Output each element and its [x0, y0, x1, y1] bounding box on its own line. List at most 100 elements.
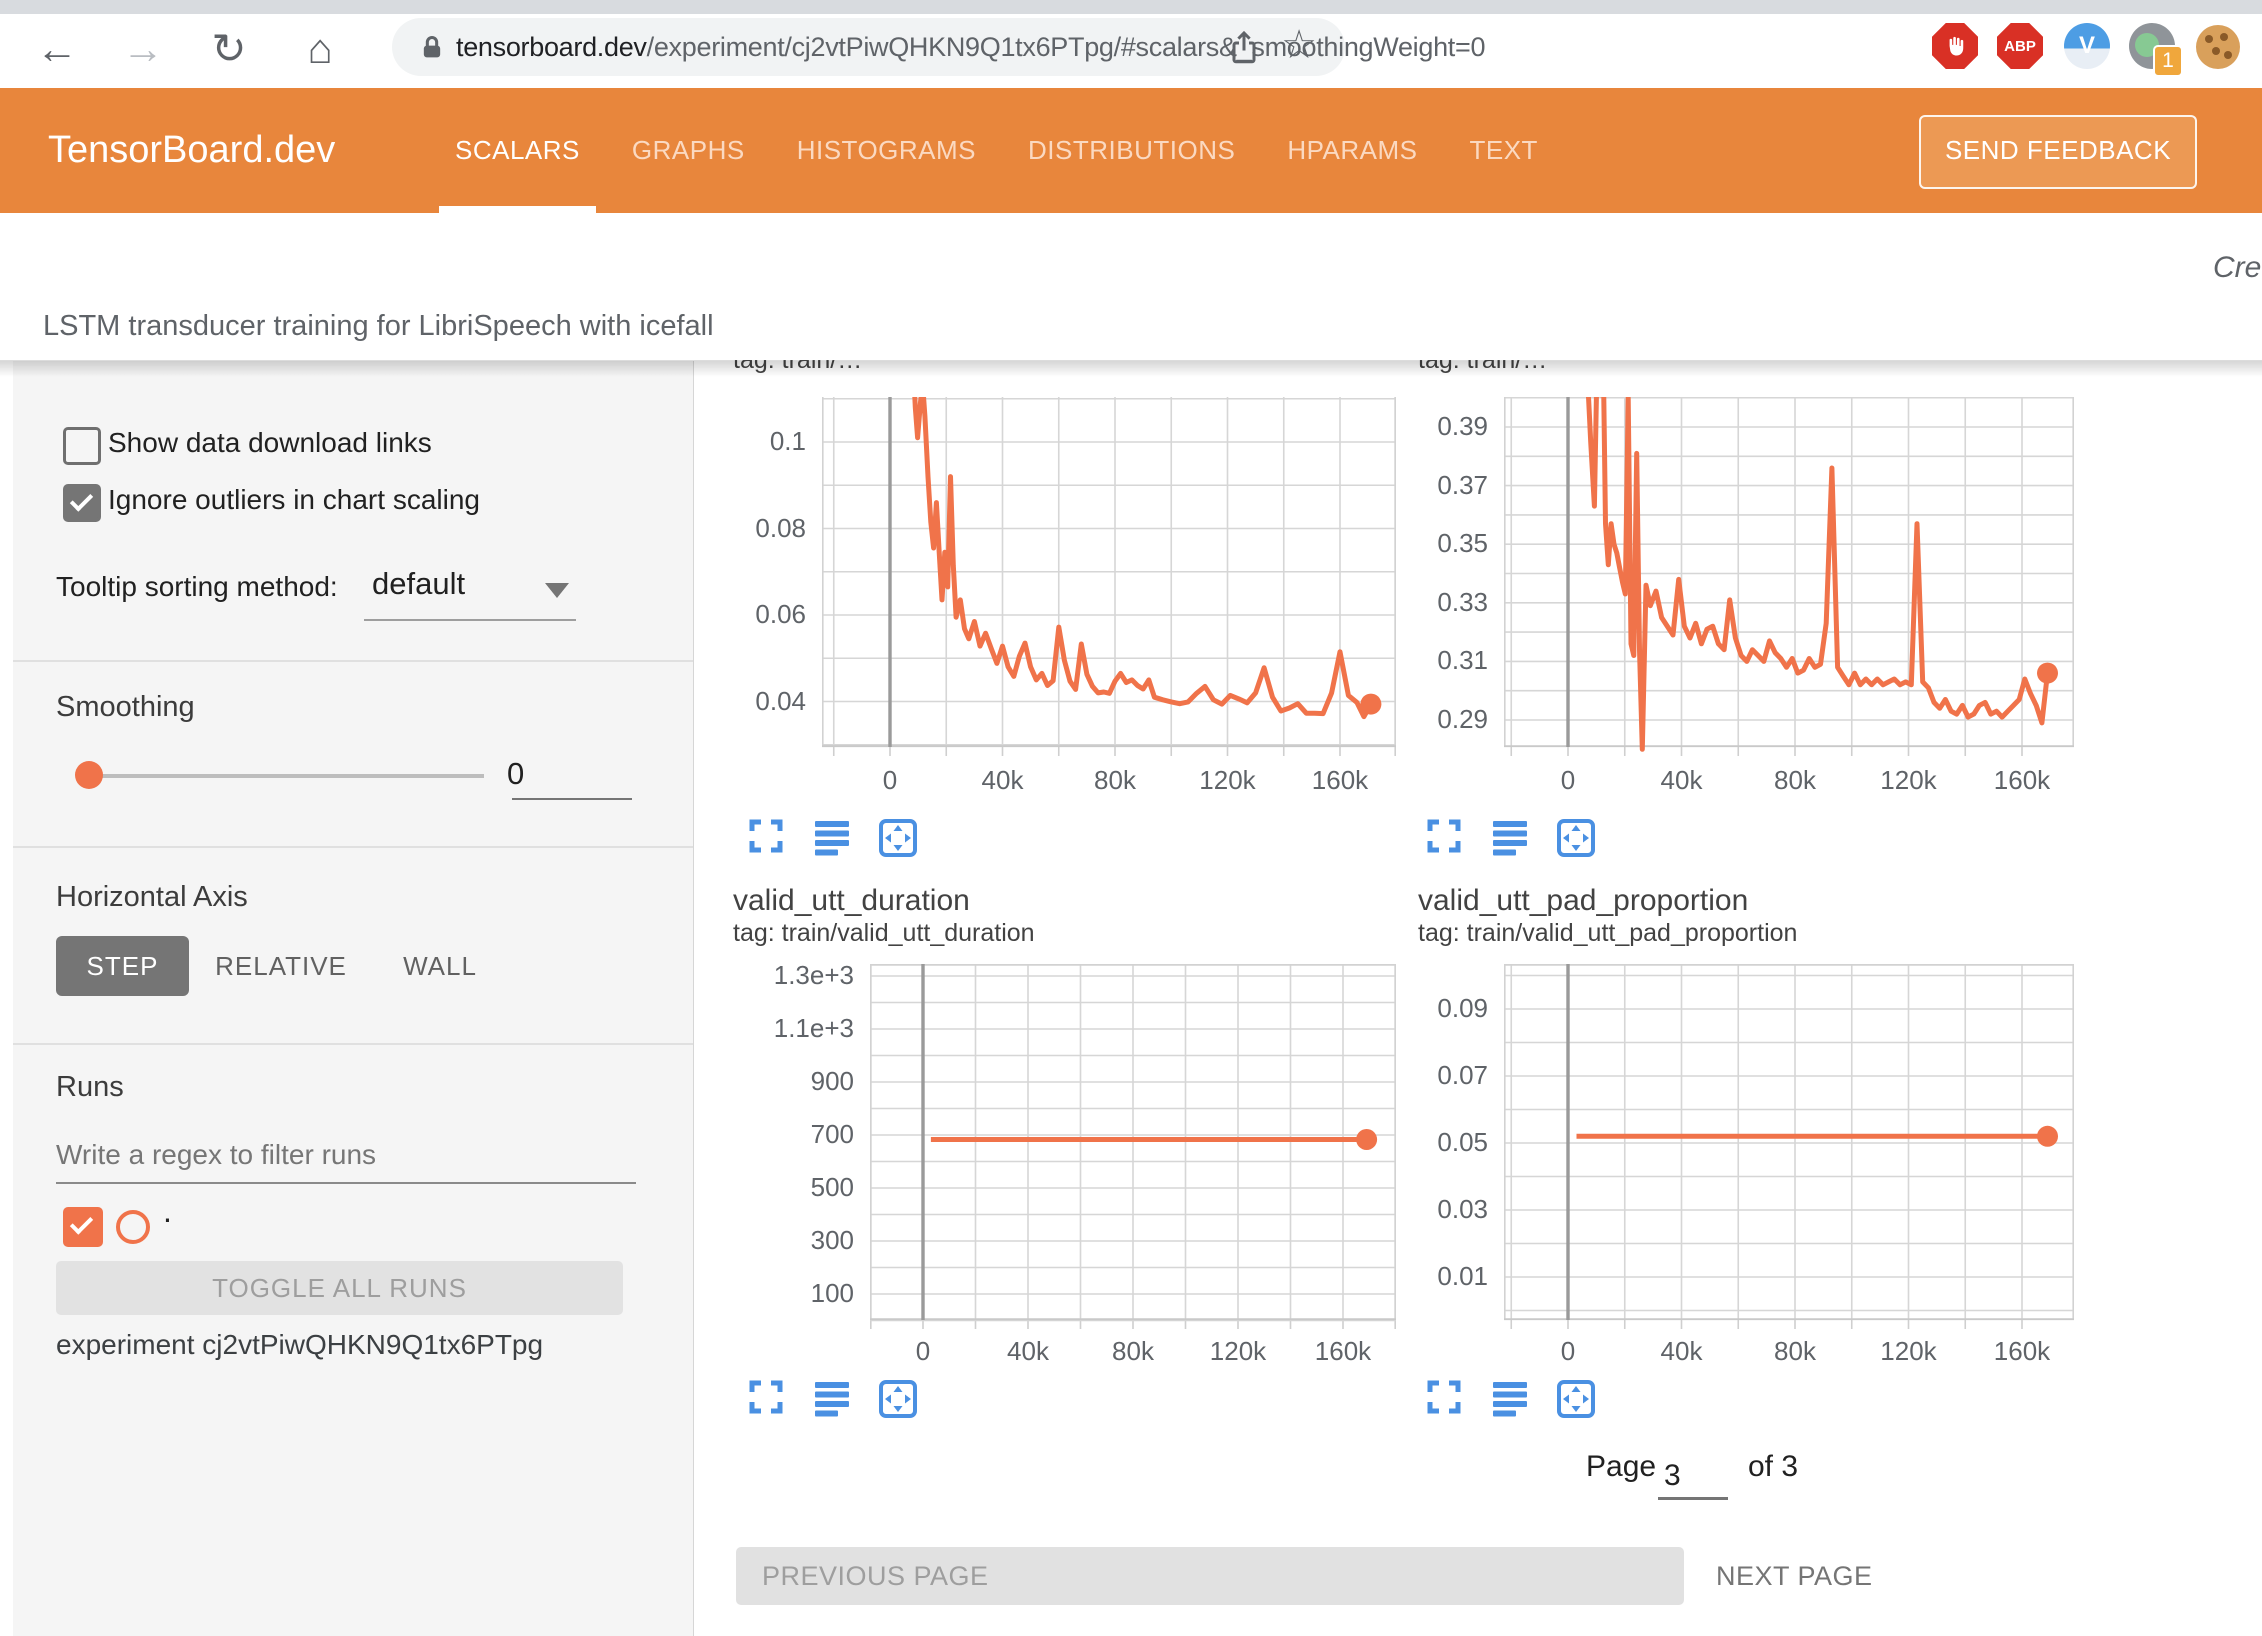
forward-icon[interactable]: → — [118, 16, 168, 82]
vimium-extension-icon[interactable]: V — [2064, 23, 2110, 69]
screenshot-root: ← → ↻ ⌂ tensorboard.dev/experiment/cj2vt… — [0, 0, 2262, 1636]
x-tick-label: 40k — [1642, 1336, 1722, 1367]
show-download-links-label: Show data download links — [108, 424, 432, 462]
y-tick-label: 0.08 — [676, 513, 806, 544]
tab-histograms[interactable]: HISTOGRAMS — [797, 88, 976, 213]
y-tick-label: 0.1 — [676, 426, 806, 457]
chart-tag-clipped: tag: train/… — [1418, 360, 1938, 377]
y-tick-label: 0.05 — [1358, 1127, 1488, 1158]
divider — [13, 846, 693, 848]
expand-chart-icon[interactable] — [1426, 818, 1466, 858]
y-tick-label: 0.29 — [1358, 704, 1488, 735]
chart-plot-area-c3[interactable] — [870, 964, 1396, 1332]
run-name: . — [163, 1193, 172, 1230]
ignore-outliers-checkbox[interactable] — [63, 484, 101, 522]
smoothing-value-input[interactable]: 0 — [507, 756, 524, 792]
cookie-extension-icon[interactable] — [2196, 25, 2242, 71]
log-scale-icon[interactable] — [1491, 1379, 1531, 1419]
axis-option-relative[interactable]: RELATIVE — [211, 936, 351, 996]
experiment-subheader: Crea LSTM transducer training for LibriS… — [0, 213, 2262, 361]
tab-text[interactable]: TEXT — [1469, 88, 1537, 213]
toggle-all-runs-button[interactable]: TOGGLE ALL RUNS — [56, 1261, 623, 1315]
y-tick-label: 1.3e+3 — [724, 960, 854, 991]
divider — [13, 660, 693, 662]
tooltip-sorting-label: Tooltip sorting method: — [56, 571, 338, 603]
y-tick-label: 500 — [724, 1172, 854, 1203]
smoothing-slider-thumb[interactable] — [75, 761, 103, 789]
y-tick-label: 0.07 — [1358, 1060, 1488, 1091]
scrollbar-gutter[interactable] — [0, 361, 13, 1636]
run-color-swatch — [116, 1210, 150, 1244]
axis-option-wall[interactable]: WALL — [380, 936, 500, 996]
app-header: TensorBoard.dev SCALARS GRAPHS HISTOGRAMS D… — [0, 88, 2262, 213]
chart-tag: tag: train/valid_utt_pad_proportion — [1418, 919, 1797, 948]
y-tick-label: 0.39 — [1358, 411, 1488, 442]
privacy-extension-icon[interactable]: 1 — [2129, 23, 2175, 69]
chart-title: valid_utt_pad_proportion — [1418, 884, 1748, 918]
tab-graphs[interactable]: GRAPHS — [632, 88, 745, 213]
x-tick-label: 120k — [1188, 765, 1268, 796]
next-page-button[interactable]: NEXT PAGE — [1716, 1547, 1873, 1605]
app-logo[interactable]: TensorBoard.dev — [48, 88, 335, 213]
y-tick-label: 100 — [724, 1278, 854, 1309]
x-tick-label: 40k — [963, 765, 1043, 796]
x-tick-label: 160k — [1300, 765, 1380, 796]
bookmark-star-icon[interactable]: ☆ — [1281, 15, 1317, 75]
x-tick-label: 40k — [1642, 765, 1722, 796]
lock-icon[interactable] — [418, 33, 446, 68]
axis-option-step[interactable]: STEP — [56, 936, 189, 996]
expand-chart-icon[interactable] — [748, 1379, 788, 1419]
y-tick-label: 0.33 — [1358, 587, 1488, 618]
page-number-input[interactable]: 3 — [1664, 1459, 1681, 1493]
x-tick-label: 80k — [1755, 1336, 1835, 1367]
y-tick-label: 1.1e+3 — [724, 1013, 854, 1044]
send-feedback-button[interactable]: SEND FEEDBACK — [1919, 115, 2197, 189]
page-label: Page — [1586, 1450, 1656, 1484]
y-tick-label: 0.03 — [1358, 1194, 1488, 1225]
tab-scalars[interactable]: SCALARS — [455, 88, 580, 213]
x-tick-label: 0 — [883, 1336, 963, 1367]
previous-page-button[interactable]: PREVIOUS PAGE — [736, 1547, 1684, 1605]
share-icon[interactable] — [1229, 30, 1259, 71]
tooltip-sorting-dropdown[interactable]: default — [372, 566, 465, 602]
log-scale-icon[interactable] — [813, 1379, 853, 1419]
log-scale-icon[interactable] — [813, 818, 853, 858]
y-tick-label: 0.35 — [1358, 528, 1488, 559]
x-tick-label: 160k — [1982, 765, 2062, 796]
x-tick-label: 120k — [1869, 765, 1949, 796]
smoothing-label: Smoothing — [56, 691, 195, 724]
chevron-down-icon[interactable] — [545, 583, 569, 598]
extension-badge: 1 — [2153, 45, 2183, 77]
smoothing-value-underline — [512, 798, 632, 800]
tab-distributions[interactable]: DISTRIBUTIONS — [1028, 88, 1235, 213]
chart-plot-area-c1[interactable] — [822, 397, 1396, 759]
fit-data-icon[interactable] — [1556, 1379, 1596, 1419]
adblock-extension-icon[interactable] — [1932, 23, 1978, 69]
browser-toolbar: ← → ↻ ⌂ tensorboard.dev/experiment/cj2vt… — [0, 14, 2262, 88]
horizontal-axis-label: Horizontal Axis — [56, 881, 248, 914]
fit-data-icon[interactable] — [1556, 818, 1596, 858]
fit-data-icon[interactable] — [878, 818, 918, 858]
reload-icon[interactable]: ↻ — [204, 16, 254, 82]
y-tick-label: 900 — [724, 1066, 854, 1097]
runs-filter-input[interactable]: Write a regex to filter runs — [56, 1139, 376, 1171]
x-tick-label: 80k — [1755, 765, 1835, 796]
back-icon[interactable]: ← — [32, 16, 82, 82]
log-scale-icon[interactable] — [1491, 818, 1531, 858]
run-checkbox[interactable] — [63, 1207, 103, 1247]
tab-hparams[interactable]: HPARAMS — [1287, 88, 1417, 213]
smoothing-slider-track[interactable] — [88, 774, 484, 778]
fit-data-icon[interactable] — [878, 1379, 918, 1419]
show-download-links-checkbox[interactable] — [63, 427, 101, 465]
abp-extension-icon[interactable]: ABP — [1997, 23, 2043, 69]
chart-plot-area-c4[interactable] — [1504, 964, 2074, 1332]
main-nav-tabs: SCALARS GRAPHS HISTOGRAMS DISTRIBUTIONS HPAR… — [455, 88, 1538, 213]
home-icon[interactable]: ⌂ — [295, 16, 345, 82]
address-bar[interactable]: tensorboard.dev/experiment/cj2vtPiwQHKN9… — [392, 18, 1345, 76]
expand-chart-icon[interactable] — [748, 818, 788, 858]
chart-plot-area-c2[interactable] — [1504, 397, 2074, 759]
dropdown-underline — [364, 619, 576, 621]
expand-chart-icon[interactable] — [1426, 1379, 1466, 1419]
series-line — [913, 397, 1371, 717]
last-point-dot — [2037, 663, 2058, 684]
